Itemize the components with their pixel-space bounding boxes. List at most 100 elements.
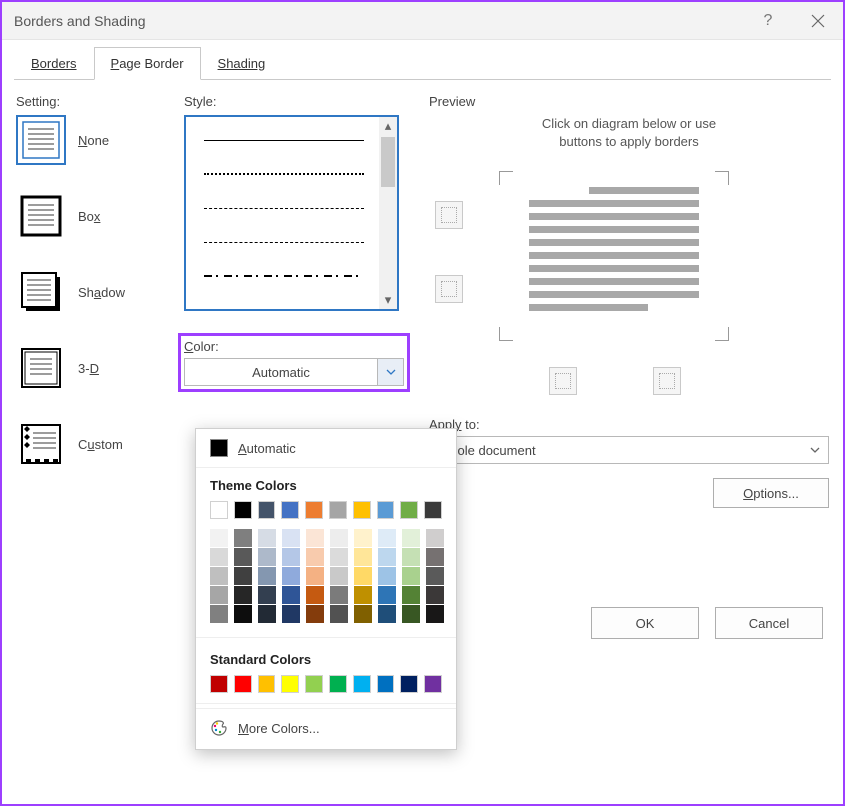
setting-3d[interactable]: 3-D — [16, 343, 184, 393]
color-dropdown-button[interactable] — [377, 359, 403, 385]
color-swatch[interactable] — [329, 501, 347, 519]
color-swatch[interactable] — [330, 586, 348, 604]
color-automatic-option[interactable]: Automatic — [196, 429, 456, 468]
style-option-dashdot[interactable] — [190, 259, 393, 293]
border-top-toggle[interactable] — [435, 201, 463, 229]
setting-none[interactable]: None — [16, 115, 184, 165]
color-swatch[interactable] — [330, 529, 348, 547]
color-swatch[interactable] — [258, 529, 276, 547]
scroll-up-icon[interactable]: ▴ — [379, 117, 397, 135]
color-swatch[interactable] — [258, 586, 276, 604]
color-swatch[interactable] — [258, 605, 276, 623]
preview-diagram[interactable] — [499, 171, 729, 341]
color-swatch[interactable] — [306, 605, 324, 623]
color-swatch[interactable] — [378, 567, 396, 585]
more-colors-option[interactable]: More Colors... — [196, 708, 456, 747]
color-combobox[interactable]: Automatic — [184, 358, 404, 386]
color-swatch[interactable] — [402, 567, 420, 585]
setting-custom[interactable]: Custom — [16, 419, 184, 469]
color-swatch[interactable] — [282, 567, 300, 585]
color-swatch[interactable] — [281, 501, 299, 519]
color-swatch[interactable] — [282, 605, 300, 623]
style-listbox[interactable]: ▴ ▾ — [184, 115, 399, 311]
color-swatch[interactable] — [426, 605, 444, 623]
color-swatch[interactable] — [258, 501, 276, 519]
color-swatch[interactable] — [426, 529, 444, 547]
border-right-toggle[interactable] — [653, 367, 681, 395]
setting-box[interactable]: Box — [16, 191, 184, 241]
style-option-dashed[interactable] — [190, 225, 393, 259]
color-swatch[interactable] — [258, 567, 276, 585]
color-swatch[interactable] — [210, 586, 228, 604]
color-swatch[interactable] — [402, 586, 420, 604]
color-swatch[interactable] — [353, 501, 371, 519]
color-swatch[interactable] — [378, 586, 396, 604]
help-button[interactable]: ? — [743, 2, 793, 40]
color-swatch[interactable] — [210, 675, 228, 693]
color-swatch[interactable] — [378, 529, 396, 547]
color-swatch[interactable] — [424, 675, 442, 693]
color-swatch[interactable] — [378, 605, 396, 623]
color-swatch[interactable] — [282, 586, 300, 604]
color-swatch[interactable] — [426, 567, 444, 585]
color-swatch[interactable] — [329, 675, 347, 693]
color-swatch[interactable] — [282, 548, 300, 566]
color-swatch[interactable] — [210, 605, 228, 623]
color-swatch[interactable] — [210, 501, 228, 519]
color-swatch[interactable] — [330, 548, 348, 566]
color-swatch[interactable] — [354, 529, 372, 547]
color-swatch[interactable] — [354, 605, 372, 623]
color-swatch[interactable] — [306, 586, 324, 604]
color-swatch[interactable] — [234, 501, 252, 519]
style-option-dashed-fine[interactable] — [190, 191, 393, 225]
color-swatch[interactable] — [210, 529, 228, 547]
color-swatch[interactable] — [330, 567, 348, 585]
color-swatch[interactable] — [354, 567, 372, 585]
color-swatch[interactable] — [282, 529, 300, 547]
color-swatch[interactable] — [402, 548, 420, 566]
tab-borders[interactable]: Borders — [14, 47, 94, 80]
options-button[interactable]: Options... — [713, 478, 829, 508]
color-swatch[interactable] — [258, 675, 276, 693]
color-swatch[interactable] — [353, 675, 371, 693]
color-swatch[interactable] — [306, 567, 324, 585]
apply-to-dropdown-button[interactable] — [802, 437, 828, 463]
color-swatch[interactable] — [377, 675, 395, 693]
color-swatch[interactable] — [400, 501, 418, 519]
color-swatch[interactable] — [354, 586, 372, 604]
color-swatch[interactable] — [400, 675, 418, 693]
border-left-toggle[interactable] — [435, 275, 463, 303]
color-swatch[interactable] — [234, 605, 252, 623]
color-swatch[interactable] — [258, 548, 276, 566]
color-swatch[interactable] — [234, 567, 252, 585]
color-swatch[interactable] — [281, 675, 299, 693]
color-swatch[interactable] — [234, 675, 252, 693]
color-swatch[interactable] — [234, 529, 252, 547]
color-swatch[interactable] — [210, 548, 228, 566]
tab-page-border[interactable]: Page Border — [94, 47, 201, 80]
color-swatch[interactable] — [426, 548, 444, 566]
color-swatch[interactable] — [402, 529, 420, 547]
color-swatch[interactable] — [234, 548, 252, 566]
color-swatch[interactable] — [306, 548, 324, 566]
color-swatch[interactable] — [378, 548, 396, 566]
cancel-button[interactable]: Cancel — [715, 607, 823, 639]
color-swatch[interactable] — [402, 605, 420, 623]
tab-shading[interactable]: Shading — [201, 47, 283, 80]
color-swatch[interactable] — [377, 501, 395, 519]
apply-to-combobox[interactable]: Whole document — [429, 436, 829, 464]
color-swatch[interactable] — [234, 586, 252, 604]
color-swatch[interactable] — [330, 605, 348, 623]
scroll-down-icon[interactable]: ▾ — [379, 291, 397, 309]
color-swatch[interactable] — [305, 675, 323, 693]
ok-button[interactable]: OK — [591, 607, 699, 639]
color-swatch[interactable] — [426, 586, 444, 604]
scroll-thumb[interactable] — [381, 137, 395, 187]
border-bottom-toggle[interactable] — [549, 367, 577, 395]
setting-shadow[interactable]: Shadow — [16, 267, 184, 317]
color-swatch[interactable] — [210, 567, 228, 585]
color-swatch[interactable] — [424, 501, 442, 519]
color-swatch[interactable] — [306, 529, 324, 547]
color-swatch[interactable] — [354, 548, 372, 566]
style-option-solid[interactable] — [190, 123, 393, 157]
